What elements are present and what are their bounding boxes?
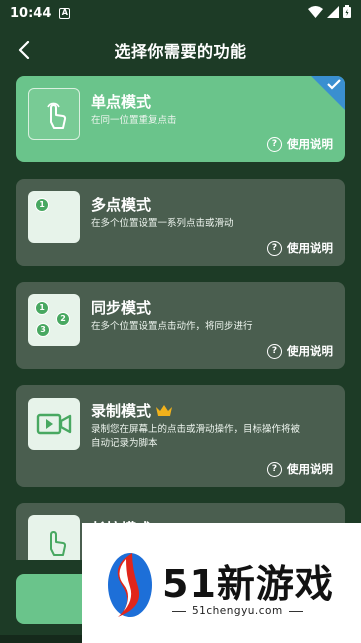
help-icon: ? xyxy=(267,461,282,477)
mode-card-sync[interactable]: 1 2 3 同步模式 在多个位置设置点击动作，将同步进行 ? 使用说明 xyxy=(16,282,345,369)
wifi-icon xyxy=(308,5,323,18)
divider xyxy=(288,610,303,612)
card-title: 多点模式 xyxy=(91,196,152,214)
mode-card-record[interactable]: 录制模式 录制您在屏幕上的点击或滑动操作，目标操作将被自动记录为脚本 ? 使用说… xyxy=(16,385,345,487)
point-dot: 1 xyxy=(35,301,49,315)
crown-icon xyxy=(156,405,173,416)
signal-icon xyxy=(327,5,339,18)
single-mode-icon xyxy=(28,88,80,140)
help-button[interactable]: ? 使用说明 xyxy=(267,461,333,477)
help-label: 使用说明 xyxy=(287,344,333,358)
page-title: 选择你需要的功能 xyxy=(114,42,247,61)
video-record-icon xyxy=(36,413,72,435)
help-label: 使用说明 xyxy=(287,241,333,255)
mode-list[interactable]: 单点模式 在同一位置重复点击 ? 使用说明 1 多点模式 在多个位置设置一系列点… xyxy=(16,76,345,560)
multi-mode-icon: 1 xyxy=(28,191,80,243)
watermark-url: 51chengyu.com xyxy=(192,605,283,617)
watermark-banner: 51新游戏 51chengyu.com xyxy=(82,523,361,643)
point-dot: 3 xyxy=(36,323,50,337)
card-title: 录制模式 xyxy=(91,400,173,421)
status-time: 10:44 xyxy=(10,5,52,21)
notification-a-icon: A xyxy=(59,7,71,19)
help-label: 使用说明 xyxy=(287,462,333,476)
tap-hand-icon xyxy=(50,531,67,556)
help-button[interactable]: ? 使用说明 xyxy=(267,240,333,256)
card-desc: 在多个位置设置一系列点击或滑动 xyxy=(91,218,234,229)
back-button[interactable] xyxy=(10,36,38,64)
mode-card-multi[interactable]: 1 多点模式 在多个位置设置一系列点击或滑动 ? 使用说明 xyxy=(16,179,345,266)
help-button[interactable]: ? 使用说明 xyxy=(267,136,333,152)
help-label: 使用说明 xyxy=(287,137,333,151)
point-dot: 1 xyxy=(35,198,49,212)
sync-mode-icon: 1 2 3 xyxy=(28,294,80,346)
divider xyxy=(172,610,186,612)
checkmark-icon xyxy=(327,79,341,90)
card-title: 单点模式 xyxy=(91,93,152,111)
point-dot: 2 xyxy=(56,312,70,326)
battery-icon xyxy=(343,5,351,18)
card-desc: 在同一位置重复点击 xyxy=(91,115,177,126)
record-mode-icon xyxy=(28,398,80,450)
header: 选择你需要的功能 xyxy=(0,30,361,70)
card-desc: 在多个位置设置点击动作，将同步进行 xyxy=(91,321,253,332)
status-bar: 10:44 A xyxy=(0,0,361,26)
help-icon: ? xyxy=(267,136,282,152)
help-button[interactable]: ? 使用说明 xyxy=(267,343,333,359)
card-title: 同步模式 xyxy=(91,299,152,317)
status-icons xyxy=(308,5,351,18)
tap-hand-icon xyxy=(46,102,66,129)
brand-logo-icon xyxy=(108,553,152,617)
back-arrow-icon xyxy=(18,41,30,59)
help-icon: ? xyxy=(267,343,282,359)
watermark-brand: 51新游戏 xyxy=(162,562,334,606)
longpress-mode-icon xyxy=(28,515,80,560)
card-desc: 录制您在屏幕上的点击或滑动操作，目标操作将被自动记录为脚本 xyxy=(91,424,301,449)
mode-card-single[interactable]: 单点模式 在同一位置重复点击 ? 使用说明 xyxy=(16,76,345,162)
help-icon: ? xyxy=(267,240,282,256)
watermark-url-row: 51chengyu.com xyxy=(172,605,303,617)
